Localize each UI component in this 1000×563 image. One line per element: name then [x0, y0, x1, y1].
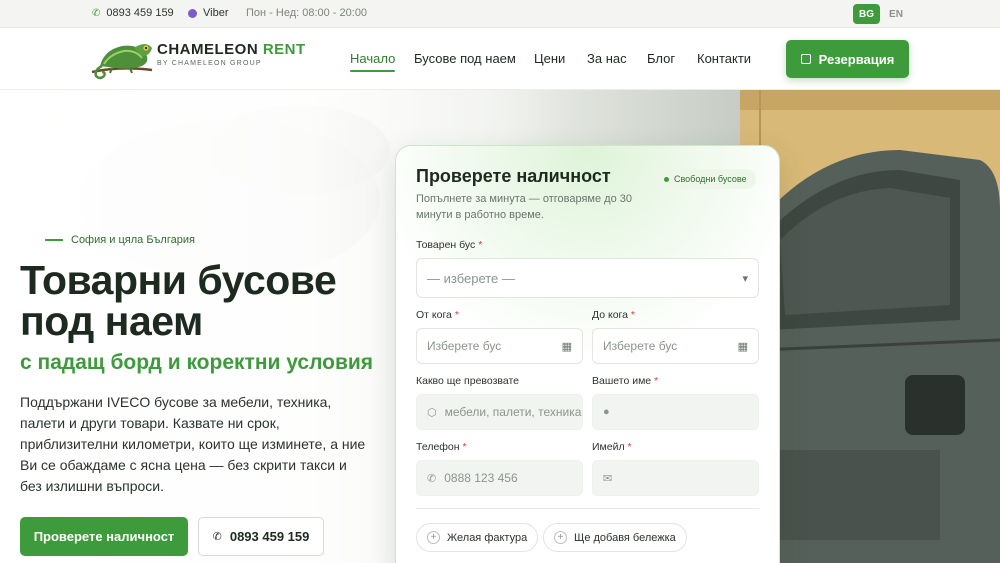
invoice-toggle-label: Желая фактура	[447, 531, 528, 544]
email-field-label-text: Имейл	[592, 441, 625, 453]
calendar-icon[interactable]: ▦	[738, 340, 748, 353]
hero-description: Поддържани IVECO бусове за мебели, техни…	[20, 394, 366, 494]
phone-input[interactable]: ✆ 0888 123 456	[416, 460, 583, 496]
box-icon: ⬡	[427, 406, 437, 419]
required-mark: *	[654, 375, 659, 387]
topbar-phone-link[interactable]: ✆ 0893 459 159	[92, 7, 174, 19]
name-field-label: Вашето име *	[592, 375, 658, 387]
reserve-button[interactable]: Резервация	[786, 40, 909, 78]
nav-contacts[interactable]: Контакти	[697, 51, 751, 66]
lang-bg-button[interactable]: BG	[853, 4, 880, 24]
email-input[interactable]: ✉	[592, 460, 759, 496]
plus-icon: +	[427, 531, 440, 544]
email-field-label: Имейл *	[592, 441, 632, 453]
eyebrow-line	[45, 239, 63, 241]
brand-tagline: BY CHAMELEON GROUP	[157, 60, 262, 67]
topbar-viber-text: Viber	[203, 7, 229, 19]
phone-field-label-text: Телефон	[416, 441, 460, 453]
phone-icon: ✆	[92, 7, 101, 19]
call-button[interactable]: ✆ 0893 459 159	[198, 517, 324, 556]
main-header: CHAMELEON RENT BY CHAMELEON GROUP Начало…	[0, 28, 1000, 90]
to-date-label: До кога *	[592, 309, 635, 321]
call-button-label: 0893 459 159	[229, 529, 310, 544]
cargo-field-label: Какво ще превозвате	[416, 375, 519, 387]
topbar-phone-text: 0893 459 159	[106, 7, 174, 19]
required-mark: *	[478, 239, 483, 251]
name-input[interactable]: ●	[592, 394, 759, 430]
form-subtitle: Попълнете за минута — отговаряме до 30 м…	[416, 193, 632, 221]
user-icon: ●	[603, 406, 610, 418]
hero-title: Товарни бусове под наем	[20, 257, 337, 344]
note-toggle[interactable]: + Ще добавя бележка	[543, 523, 687, 552]
brand-name[interactable]: CHAMELEON RENT	[157, 41, 306, 58]
to-date-input[interactable]: Изберете бус ▦	[592, 328, 759, 364]
plus-icon: +	[554, 531, 567, 544]
nav-prices[interactable]: Цени	[534, 51, 565, 66]
nav-blog[interactable]: Блог	[647, 51, 675, 66]
phone-icon: ✆	[427, 472, 437, 485]
note-toggle-label: Ще добавя бележка	[574, 531, 676, 544]
phone-placeholder: 0888 123 456	[444, 471, 518, 485]
availability-form-card: Проверете наличност Свободни бусове Попъ…	[395, 145, 780, 563]
from-date-placeholder: Изберете бус	[427, 339, 502, 353]
cargo-placeholder: мебели, палети, техника	[444, 405, 582, 419]
required-mark: *	[627, 441, 632, 453]
top-bar: ✆ 0893 459 159 Viber Пон - Нед: 08:00 - …	[0, 0, 1000, 28]
status-dot-icon	[664, 176, 669, 182]
nav-buses[interactable]: Бусове под наем	[414, 51, 516, 66]
check-availability-button[interactable]: Проверете наличност	[20, 517, 188, 556]
phone-icon: ✆	[212, 531, 222, 543]
nav-home[interactable]: Начало	[350, 51, 396, 72]
topbar-hours-text: Пон - Нед: 08:00 - 20:00	[246, 7, 368, 19]
invoice-toggle[interactable]: + Желая фактура	[416, 523, 539, 552]
reserve-button-label: Резервация	[818, 51, 895, 67]
free-buses-badge: Свободни бусове	[655, 169, 756, 189]
chevron-down-icon: ▾	[742, 272, 748, 285]
form-divider	[416, 508, 759, 509]
to-date-placeholder: Изберете бус	[603, 339, 678, 353]
hero-subtitle: с падащ борд и коректни условия	[20, 351, 374, 374]
hero-section: София и цяла България Товарни бусове под…	[0, 90, 1000, 563]
to-date-label-text: До кога	[592, 309, 628, 321]
bus-select-value: — изберете —	[427, 270, 515, 286]
viber-icon	[188, 8, 197, 18]
brand-name-main: CHAMELEON	[157, 41, 259, 58]
cargo-field-label-text: Какво ще превозвате	[416, 375, 520, 387]
brand-name-accent: RENT	[262, 41, 306, 58]
required-mark: *	[454, 309, 459, 321]
hero-eyebrow: София и цяла България	[45, 234, 195, 246]
calendar-icon[interactable]: ▦	[562, 340, 572, 353]
nav-about[interactable]: За нас	[587, 51, 627, 66]
envelope-icon: ✉	[603, 472, 613, 485]
form-title: Проверете наличност	[416, 166, 611, 186]
phone-field-label: Телефон *	[416, 441, 467, 453]
free-buses-badge-text: Свободни бусове	[674, 174, 747, 184]
from-date-input[interactable]: Изберете бус ▦	[416, 328, 583, 364]
topbar-hours: Пон - Нед: 08:00 - 20:00	[246, 7, 367, 19]
hero-eyebrow-text: София и цяла България	[71, 234, 195, 246]
bus-field-label: Товарен бус *	[416, 239, 482, 251]
required-mark: *	[462, 441, 467, 453]
lang-en-button[interactable]: EN	[884, 4, 908, 24]
bus-field-label-text: Товарен бус	[416, 239, 476, 251]
bus-select[interactable]: — изберете — ▾	[416, 258, 759, 298]
calendar-icon	[800, 54, 811, 64]
from-date-label-text: От кога	[416, 309, 452, 321]
from-date-label: От кога *	[416, 309, 459, 321]
name-field-label-text: Вашето име	[592, 375, 652, 387]
required-mark: *	[630, 309, 635, 321]
cargo-input[interactable]: ⬡ мебели, палети, техника	[416, 394, 583, 430]
topbar-viber-link[interactable]: Viber	[188, 7, 228, 19]
